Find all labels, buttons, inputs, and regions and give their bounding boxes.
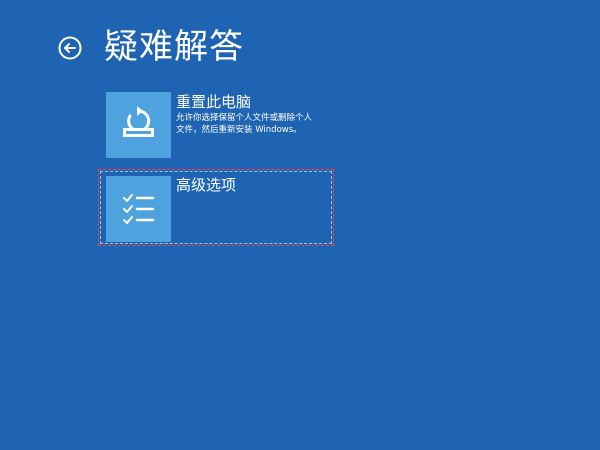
reset-pc-title: 重置此电脑 [176,93,252,111]
back-arrow-circle-icon[interactable] [58,36,82,60]
reset-pc-tile[interactable] [106,92,171,158]
advanced-options-title: 高级选项 [176,176,237,194]
advanced-options-option[interactable]: 高级选项 [98,169,334,246]
page-title: 疑难解答 [104,27,244,67]
advanced-options-tile[interactable] [106,176,171,242]
reset-pc-option[interactable]: 重置此电脑 允许你选择保留个人文件或删除个人 文件，然后重新安装 Windows… [104,92,336,160]
reset-pc-icon [123,106,154,137]
troubleshoot-screen: 疑难解答 重置此电脑 允许你选择保留个人文件或删除个人 文件，然后重新安装 Wi… [0,0,600,450]
checklist-icon [123,194,155,224]
reset-pc-description: 允许你选择保留个人文件或删除个人 文件，然后重新安装 Windows。 [176,113,313,135]
back-button[interactable] [58,36,82,60]
